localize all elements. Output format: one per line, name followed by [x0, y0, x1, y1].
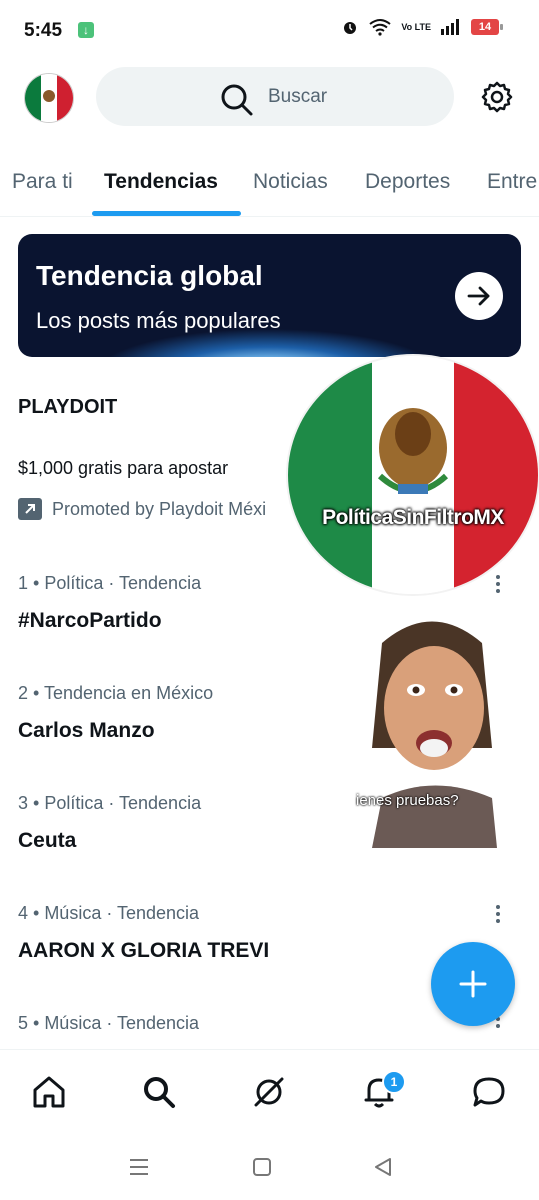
trend-meta: 4 • Música · Tendencia — [18, 903, 200, 923]
tab-para-ti[interactable]: Para ti — [12, 170, 73, 194]
sticker-watermark: PolíticaSinFiltroMX — [322, 506, 504, 529]
recent-apps-icon[interactable] — [128, 1157, 150, 1177]
alarm-icon — [344, 22, 357, 34]
search-icon — [221, 84, 253, 116]
mexican-flag-image — [288, 356, 538, 594]
status-bar: 5:45 ↓ Vo LTE 14 — [0, 0, 539, 62]
compose-post-button[interactable] — [431, 942, 515, 1026]
meme-sticker-overlay: ienes pruebas? — [352, 598, 510, 848]
messages-icon[interactable] — [471, 1074, 507, 1110]
network-label: Vo LTE — [401, 21, 431, 32]
tab-entretenimiento[interactable]: Entre — [487, 170, 537, 194]
banner-subtitle: Los posts más populares — [36, 308, 281, 333]
tab-noticias[interactable]: Noticias — [253, 170, 328, 194]
plus-icon — [459, 970, 487, 998]
bottom-nav — [0, 1049, 539, 1134]
notification-count-badge: 1 — [382, 1070, 406, 1094]
trend-name: #NarcoPartido — [18, 609, 162, 632]
signal-icon — [441, 19, 459, 35]
more-options-icon[interactable] — [496, 575, 500, 596]
promoted-description: $1,000 gratis para apostar — [18, 458, 229, 478]
more-options-icon[interactable] — [496, 905, 500, 926]
promoted-by-label: Promoted by Playdoit Méxi — [52, 498, 267, 519]
search-placeholder: Buscar — [268, 86, 328, 107]
profile-avatar[interactable] — [24, 73, 74, 123]
promoted-by: Promoted by Playdoit Méxi — [18, 498, 266, 520]
trend-name: Ceuta — [18, 829, 77, 852]
explore-tabs: Para ti Tendencias Noticias Deportes Ent… — [0, 150, 539, 217]
system-nav-bar — [0, 1135, 539, 1200]
tab-tendencias[interactable]: Tendencias — [104, 170, 218, 194]
flag-sticker-overlay: PolíticaSinFiltroMX — [286, 354, 539, 596]
search-nav-icon[interactable] — [141, 1074, 177, 1110]
status-icons: Vo LTE 14 — [341, 18, 503, 36]
home-square-icon[interactable] — [252, 1157, 272, 1177]
back-triangle-icon[interactable] — [373, 1157, 393, 1177]
trend-meta: 5 • Música · Tendencia — [18, 1013, 200, 1033]
search-input[interactable]: Buscar — [96, 67, 454, 126]
battery-icon: 14 — [471, 19, 503, 35]
flag-avatar-image — [25, 74, 73, 122]
home-icon[interactable] — [31, 1074, 67, 1110]
status-time: 5:45 — [24, 20, 63, 41]
wifi-icon — [369, 19, 391, 36]
global-trend-banner[interactable]: Tendencia global Los posts más populares — [18, 234, 521, 357]
grok-icon[interactable] — [251, 1074, 287, 1110]
settings-gear-icon[interactable] — [480, 80, 514, 114]
arrow-right-icon — [467, 286, 490, 306]
trend-meta: 3 • Política · Tendencia — [18, 793, 202, 813]
trend-name: AARON X GLORIA TREVI — [18, 939, 270, 962]
person-meme-image — [357, 613, 502, 848]
tab-deportes[interactable]: Deportes — [365, 170, 450, 194]
more-options-icon[interactable] — [496, 1017, 500, 1031]
active-tab-indicator — [92, 211, 241, 216]
banner-title: Tendencia global — [36, 260, 263, 291]
top-bar: Buscar — [0, 62, 539, 132]
download-icon: ↓ — [78, 22, 94, 38]
trend-meta: 2 • Tendencia en México — [18, 683, 214, 703]
trend-name: Carlos Manzo — [18, 719, 155, 742]
banner-arrow-button[interactable] — [455, 272, 503, 320]
sticker-caption: ienes pruebas? — [356, 792, 459, 809]
promoted-arrow-icon — [18, 498, 42, 520]
trend-meta: 1 • Política · Tendencia — [18, 573, 202, 593]
